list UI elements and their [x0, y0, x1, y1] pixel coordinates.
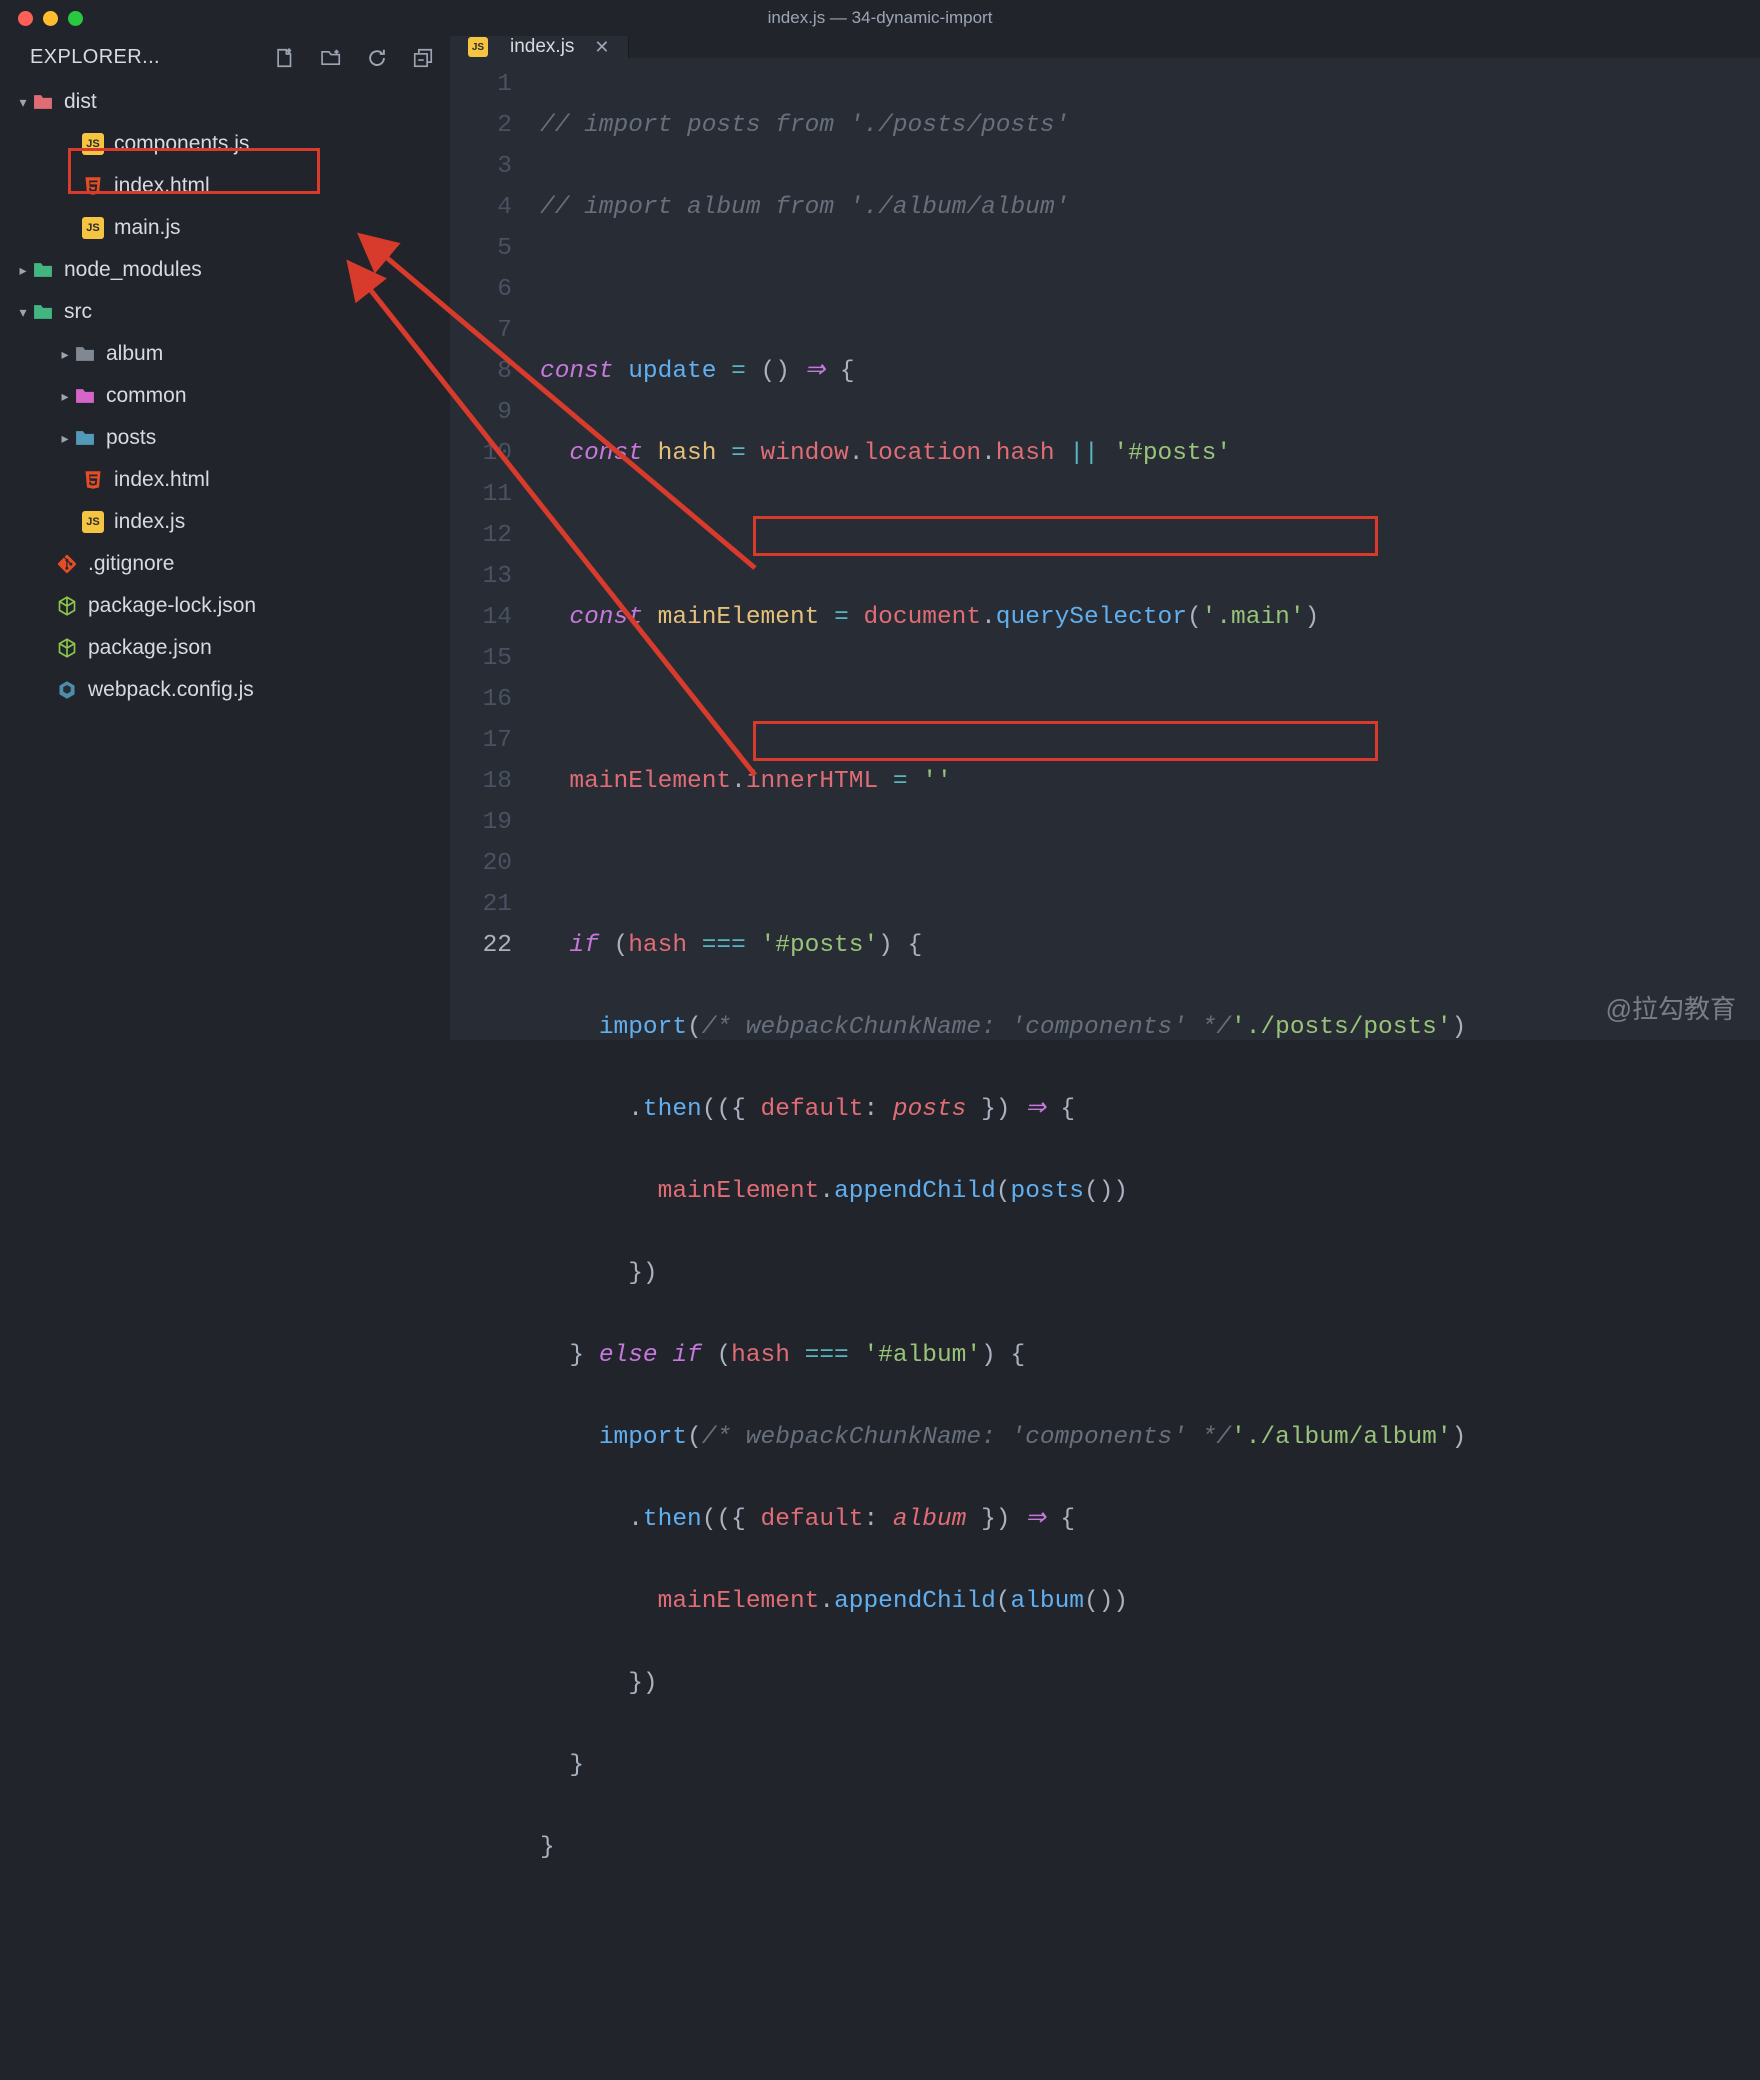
- folder-label: dist: [64, 90, 97, 114]
- file-src-index-js[interactable]: JS index.js: [0, 501, 450, 543]
- new-folder-icon[interactable]: [320, 47, 342, 69]
- file-main-js[interactable]: JS main.js: [0, 207, 450, 249]
- editor-pane: JS index.js ✕ 123 456 789 101112 131415 …: [450, 36, 1760, 1040]
- folder-icon: [32, 301, 54, 323]
- window-title: index.js — 34-dynamic-import: [768, 8, 993, 28]
- file-webpack-config[interactable]: webpack.config.js: [0, 669, 450, 711]
- folder-icon: [74, 385, 96, 407]
- file-label: index.html: [114, 174, 210, 198]
- file-src-index-html[interactable]: index.html: [0, 459, 450, 501]
- js-file-icon: JS: [82, 511, 104, 533]
- folder-posts[interactable]: ▸ posts: [0, 417, 450, 459]
- chevron-right-icon: ▸: [14, 262, 32, 279]
- file-components-js[interactable]: JS components.js: [0, 123, 450, 165]
- new-file-icon[interactable]: [274, 47, 296, 69]
- git-file-icon: [56, 553, 78, 575]
- folder-album[interactable]: ▸ album: [0, 333, 450, 375]
- file-label: .gitignore: [88, 552, 174, 576]
- file-label: package.json: [88, 636, 212, 660]
- folder-label: node_modules: [64, 258, 202, 282]
- watermark: @拉勾教育: [1606, 989, 1736, 1026]
- titlebar: index.js — 34-dynamic-import: [0, 0, 1760, 36]
- tab-index-js[interactable]: JS index.js ✕: [450, 36, 629, 58]
- code-content[interactable]: // import posts from './posts/posts' // …: [540, 64, 1760, 2080]
- webpack-file-icon: [56, 679, 78, 701]
- minimize-window-button[interactable]: [43, 11, 58, 26]
- close-window-button[interactable]: [18, 11, 33, 26]
- folder-src[interactable]: ▾ src: [0, 291, 450, 333]
- js-file-icon: JS: [82, 133, 104, 155]
- folder-label: album: [106, 342, 163, 366]
- file-label: package-lock.json: [88, 594, 256, 618]
- refresh-icon[interactable]: [366, 47, 388, 69]
- code-area[interactable]: 123 456 789 101112 131415 161718 192021 …: [450, 58, 1760, 2080]
- folder-icon: [74, 343, 96, 365]
- folder-label: src: [64, 300, 92, 324]
- tab-label: index.js: [510, 36, 574, 58]
- folder-label: common: [106, 384, 187, 408]
- file-package-lock[interactable]: package-lock.json: [0, 585, 450, 627]
- folder-common[interactable]: ▸ common: [0, 375, 450, 417]
- file-label: main.js: [114, 216, 181, 240]
- close-tab-icon[interactable]: ✕: [586, 37, 609, 58]
- file-tree: ▾ dist JS components.js index.html JS ma…: [0, 79, 450, 711]
- file-label: index.js: [114, 510, 185, 534]
- chevron-down-icon: ▾: [14, 304, 32, 321]
- collapse-all-icon[interactable]: [412, 47, 434, 69]
- js-file-icon: JS: [468, 37, 488, 57]
- explorer-header: EXPLORER...: [0, 36, 450, 79]
- chevron-right-icon: ▸: [56, 430, 74, 447]
- maximize-window-button[interactable]: [68, 11, 83, 26]
- folder-icon: [32, 91, 54, 113]
- explorer-title: EXPLORER...: [30, 46, 270, 69]
- chevron-right-icon: ▸: [56, 388, 74, 405]
- chevron-down-icon: ▾: [14, 94, 32, 111]
- file-label: webpack.config.js: [88, 678, 254, 702]
- window-controls: [0, 11, 83, 26]
- html-file-icon: [82, 469, 104, 491]
- folder-dist[interactable]: ▾ dist: [0, 81, 450, 123]
- js-file-icon: JS: [82, 217, 104, 239]
- explorer-sidebar: EXPLORER... ▾ dist JS components.js: [0, 36, 450, 1040]
- folder-label: posts: [106, 426, 156, 450]
- file-package-json[interactable]: package.json: [0, 627, 450, 669]
- file-index-html[interactable]: index.html: [0, 165, 450, 207]
- folder-icon: [32, 259, 54, 281]
- file-gitignore[interactable]: .gitignore: [0, 543, 450, 585]
- folder-icon: [74, 427, 96, 449]
- file-label: components.js: [114, 132, 249, 156]
- file-label: index.html: [114, 468, 210, 492]
- chevron-right-icon: ▸: [56, 346, 74, 363]
- annotation-highlight-code-2: [753, 721, 1378, 761]
- line-gutter: 123 456 789 101112 131415 161718 192021 …: [450, 64, 540, 2080]
- html-file-icon: [82, 175, 104, 197]
- node-file-icon: [56, 637, 78, 659]
- tab-bar: JS index.js ✕: [450, 36, 1760, 58]
- node-file-icon: [56, 595, 78, 617]
- folder-node-modules[interactable]: ▸ node_modules: [0, 249, 450, 291]
